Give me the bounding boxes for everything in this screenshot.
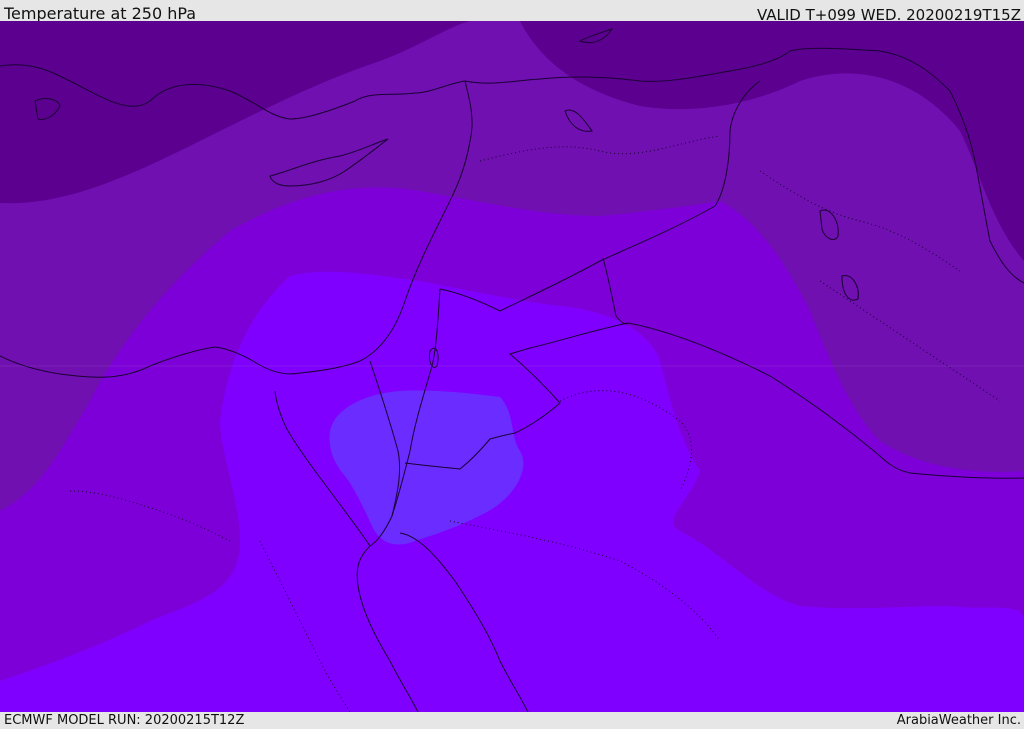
map-panel[interactable] bbox=[0, 21, 1024, 712]
footer-bar: ECMWF MODEL RUN: 20200215T12Z ArabiaWeat… bbox=[0, 712, 1024, 729]
model-run: ECMWF MODEL RUN: 20200215T12Z bbox=[4, 713, 245, 728]
temperature-map[interactable] bbox=[0, 21, 1024, 712]
header-bar: Temperature at 250 hPa VALID T+099 WED. … bbox=[0, 0, 1024, 24]
credit-text: ArabiaWeather Inc. bbox=[896, 713, 1021, 728]
